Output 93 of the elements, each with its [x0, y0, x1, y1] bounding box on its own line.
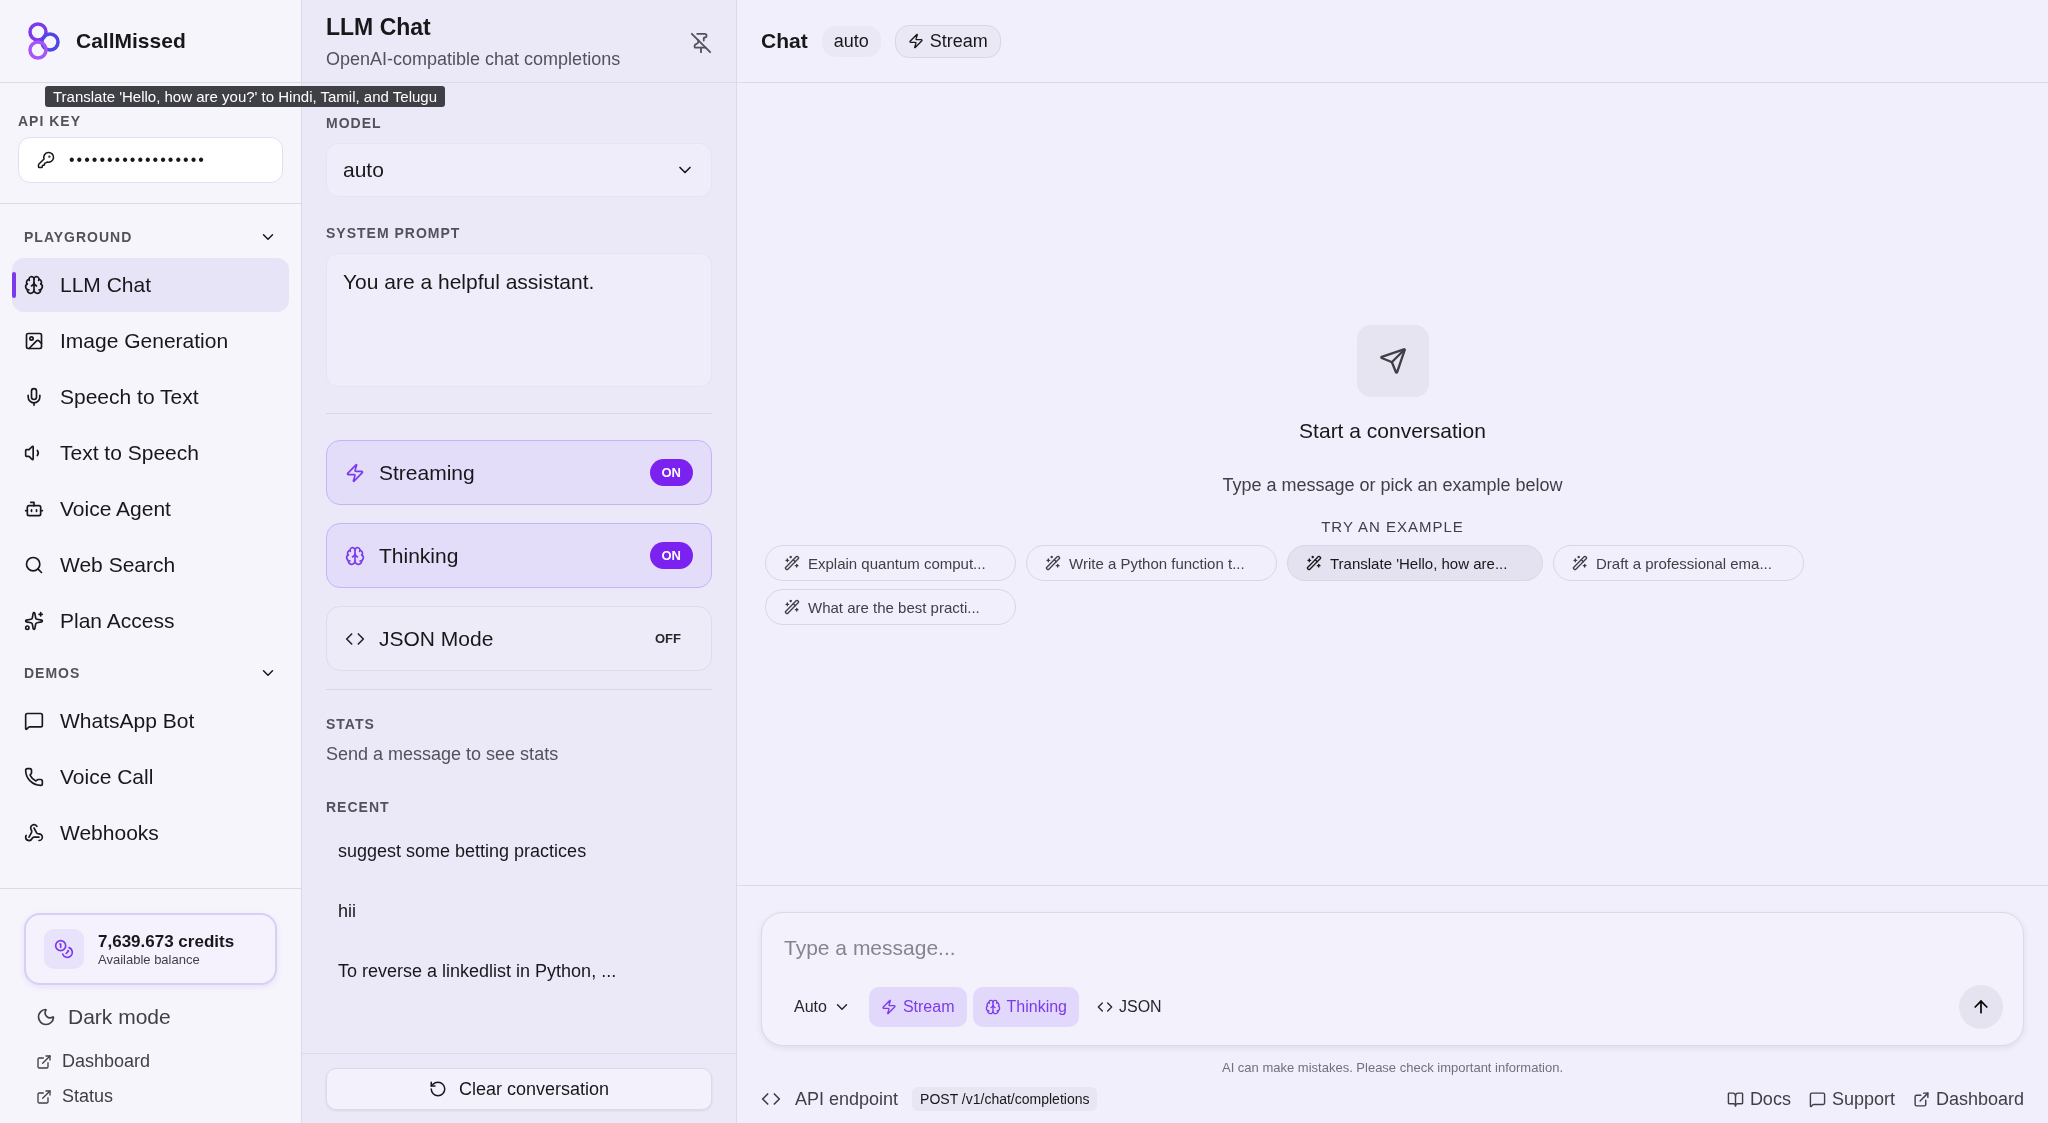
nav-icon — [24, 275, 44, 295]
coins-icon — [44, 929, 84, 969]
example-chip[interactable]: Write a Python function t... — [1026, 545, 1277, 581]
nav-icon — [24, 711, 44, 731]
empty-text: Type a message or pick an example below — [1222, 475, 1563, 496]
credits-caption: Available balance — [98, 951, 201, 967]
example-chip[interactable]: Draft a professional ema... — [1553, 545, 1804, 581]
nav-item[interactable]: Image Generation — [12, 314, 289, 368]
panel-subtitle: OpenAI-compatible chat completions — [326, 49, 621, 70]
send-button[interactable] — [1959, 985, 2003, 1029]
link-icon — [1912, 1090, 1930, 1108]
magic-wand-icon — [784, 599, 800, 615]
nav-item[interactable]: WhatsApp Bot — [12, 694, 289, 748]
nav-icon — [24, 611, 44, 631]
example-chip[interactable]: Translate 'Hello, how are... — [1287, 545, 1543, 581]
section-title: PLAYGROUND — [24, 229, 133, 245]
moon-icon — [36, 1007, 56, 1027]
nav-item[interactable]: Voice Agent — [12, 482, 289, 536]
message-input[interactable]: Type a message... — [782, 935, 2003, 961]
toggle-icon — [345, 545, 365, 566]
brand-name: CallMissed — [76, 29, 186, 53]
api-key-field[interactable]: •••••••••••••••••• — [18, 137, 283, 183]
nav-item[interactable]: LLM Chat — [12, 258, 289, 312]
option-toggle[interactable]: JSON — [1085, 987, 1174, 1027]
empty-title: Start a conversation — [1299, 419, 1486, 443]
magic-wand-icon — [1572, 555, 1588, 571]
clear-conversation-button[interactable]: Clear conversation — [326, 1068, 712, 1110]
tooltip: Translate 'Hello, how are you?' to Hindi, Tamil, and Telugu — [45, 86, 445, 107]
chat-title: Chat — [761, 29, 808, 53]
option-toggle[interactable]: Thinking — [972, 987, 1079, 1027]
footer-link[interactable]: Dashboard — [1912, 1088, 2024, 1110]
disclaimer: AI can make mistakes. Please check important information. — [1220, 1060, 1564, 1075]
option-icon — [984, 999, 1001, 1015]
nav-icon — [24, 555, 44, 575]
recent-item[interactable]: To reverse a linkedlist in Python, ... — [326, 941, 712, 1001]
nav-icon — [24, 331, 44, 351]
nav-item[interactable]: Text to Speech — [12, 426, 289, 480]
stats-text: Send a message to see stats — [326, 744, 560, 765]
model-dropdown[interactable]: Auto — [782, 987, 863, 1027]
nav-item[interactable]: Voice Call — [12, 750, 289, 804]
magic-wand-icon — [1045, 555, 1061, 571]
toggle-state: OFF — [654, 630, 682, 648]
model-badge: auto — [821, 25, 881, 57]
nav-icon — [24, 387, 44, 407]
toggle-state: ON — [649, 542, 693, 569]
sidebar-link[interactable]: Dashboard — [24, 1049, 277, 1074]
nav-item[interactable]: Speech to Text — [12, 370, 289, 424]
external-link-icon — [36, 1053, 52, 1070]
endpoint-path: POST /v1/chat/completions — [912, 1087, 1098, 1111]
option-icon — [880, 999, 897, 1015]
magic-wand-icon — [784, 555, 800, 571]
example-chip[interactable]: Explain quantum comput... — [765, 545, 1016, 581]
recent-item[interactable]: hii — [326, 881, 712, 941]
unpin-icon[interactable] — [690, 32, 712, 54]
footer-link[interactable]: Docs — [1726, 1088, 1791, 1110]
stats-label: STATS — [326, 716, 376, 732]
lightning-icon — [907, 33, 924, 49]
api-key-label: API KEY — [18, 113, 82, 129]
panel-title: LLM Chat — [326, 14, 432, 41]
example-chip[interactable]: What are the best practi... — [765, 589, 1016, 625]
model-label: MODEL — [326, 115, 383, 131]
key-icon — [37, 151, 55, 169]
nav-item[interactable]: Web Search — [12, 538, 289, 592]
system-prompt-field[interactable]: You are a helpful assistant. — [326, 253, 712, 387]
recent-label: RECENT — [326, 799, 391, 815]
nav-icon — [24, 499, 44, 519]
link-icon — [1808, 1090, 1826, 1108]
nav-icon — [24, 823, 44, 843]
endpoint-label: API endpoint — [795, 1088, 899, 1110]
nav-item[interactable]: Webhooks — [12, 806, 289, 860]
toggle-icon — [345, 462, 365, 483]
footer-link[interactable]: Support — [1808, 1088, 1895, 1110]
stream-badge: Stream — [894, 24, 1001, 58]
send-icon — [1356, 325, 1429, 397]
recent-item[interactable]: suggest some betting practices — [326, 821, 712, 881]
nav-icon — [24, 767, 44, 787]
toggle-row[interactable]: Thinking ON — [326, 523, 712, 588]
toggle-state: ON — [649, 459, 693, 486]
reset-icon — [428, 1080, 447, 1098]
prompt-label: SYSTEM PROMPT — [326, 225, 462, 241]
nav-item[interactable]: Plan Access — [12, 594, 289, 648]
model-select[interactable]: auto — [326, 143, 712, 197]
examples-label: TRY AN EXAMPLE — [1321, 518, 1464, 535]
option-icon — [1097, 999, 1113, 1015]
toggle-row[interactable]: Streaming ON — [326, 440, 712, 505]
dark-mode-toggle[interactable]: Dark mode — [24, 995, 277, 1039]
link-icon — [1726, 1090, 1744, 1108]
credits-amount: 7,639.673 credits — [98, 931, 235, 952]
sidebar-link[interactable]: Status — [24, 1084, 277, 1109]
external-link-icon — [36, 1088, 52, 1105]
option-toggle[interactable]: Stream — [868, 987, 967, 1027]
section-title: DEMOS — [24, 665, 81, 681]
magic-wand-icon — [1306, 555, 1322, 571]
